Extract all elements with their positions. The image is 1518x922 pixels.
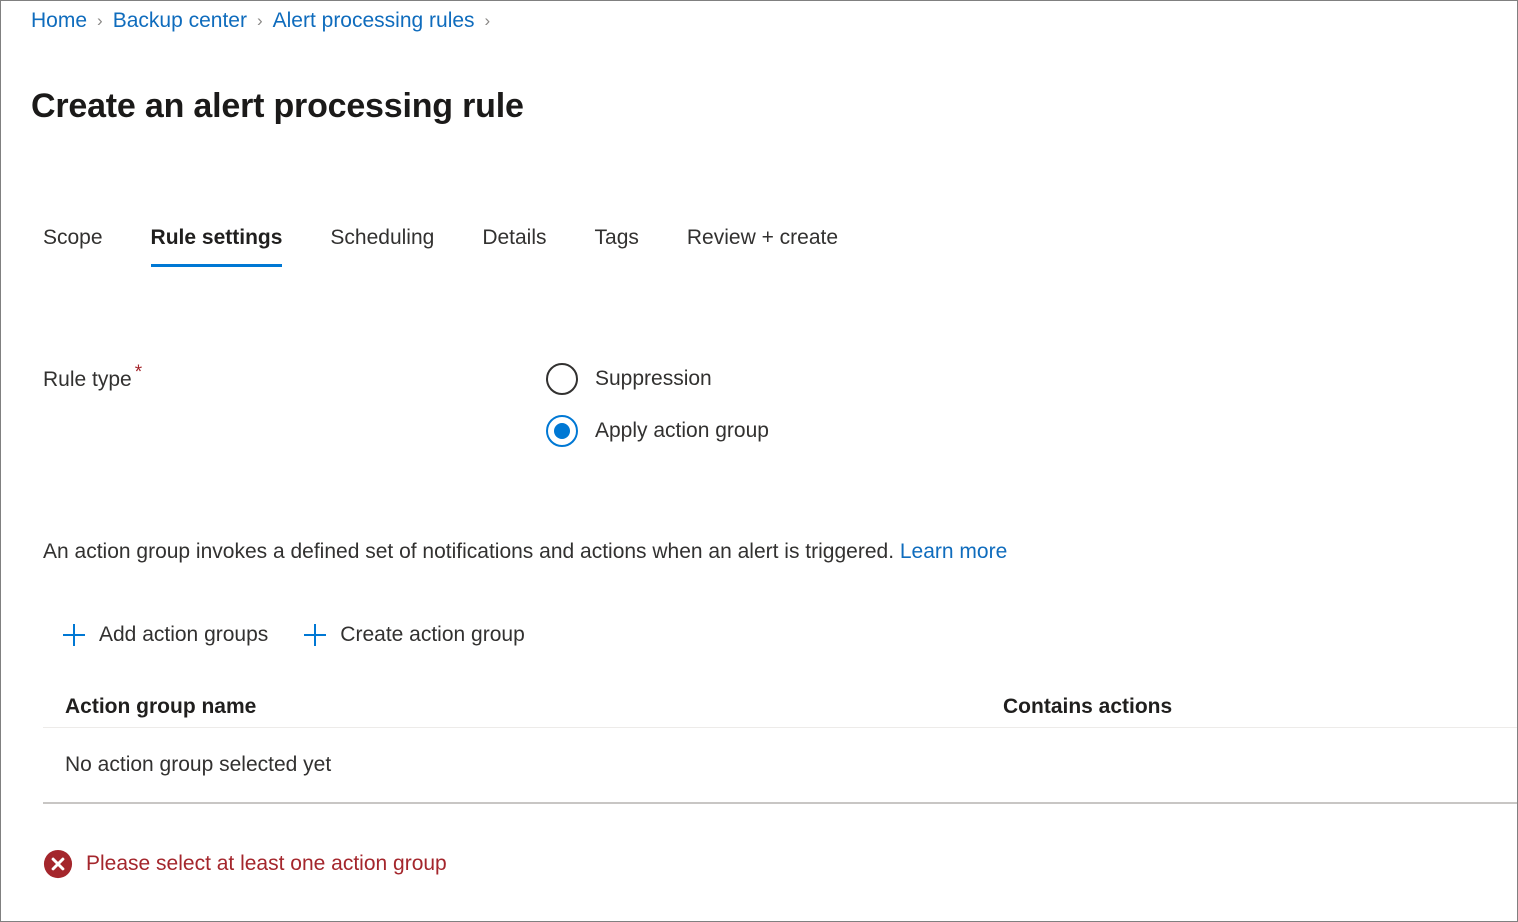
radio-option-suppression[interactable]: Suppression	[546, 353, 769, 405]
add-action-groups-button[interactable]: Add action groups	[63, 620, 268, 650]
add-action-groups-label: Add action groups	[99, 623, 269, 646]
breadcrumb: Home › Backup center › Alert processing …	[31, 5, 500, 37]
wizard-tabs: Scope Rule settings Scheduling Details T…	[43, 223, 838, 275]
tab-rule-settings[interactable]: Rule settings	[150, 223, 282, 267]
table-row-empty: No action group selected yet	[43, 728, 1517, 804]
breadcrumb-chevron-icon: ›	[484, 11, 491, 30]
column-header-contains-actions[interactable]: Contains actions	[1003, 692, 1517, 722]
breadcrumb-item-home[interactable]: Home	[31, 7, 87, 35]
action-group-command-bar: Add action groups Create action group	[63, 615, 525, 655]
learn-more-link[interactable]: Learn more	[900, 540, 1007, 563]
error-circle-x-icon	[43, 849, 73, 879]
column-header-action-group-name[interactable]: Action group name	[65, 692, 1003, 722]
create-action-group-button[interactable]: Create action group	[304, 620, 525, 650]
action-group-description-text: An action group invokes a defined set of…	[43, 540, 895, 563]
tab-tags[interactable]: Tags	[595, 223, 639, 267]
tab-review-create[interactable]: Review + create	[687, 223, 838, 267]
validation-error-message: Please select at least one action group	[86, 852, 447, 875]
plus-icon	[63, 624, 85, 646]
table-header-row: Action group name Contains actions	[43, 687, 1517, 728]
required-asterisk: *	[134, 362, 143, 383]
tab-scope[interactable]: Scope	[43, 223, 103, 267]
action-group-description: An action group invokes a defined set of…	[43, 537, 1007, 567]
create-action-group-label: Create action group	[340, 623, 525, 646]
radio-checked-icon	[546, 415, 578, 447]
breadcrumb-chevron-icon: ›	[97, 11, 103, 30]
radio-option-apply-action-group[interactable]: Apply action group	[546, 405, 769, 457]
rule-type-label: Rule type *	[43, 363, 142, 396]
action-groups-table: Action group name Contains actions No ac…	[43, 687, 1517, 804]
breadcrumb-item-alert-processing-rules[interactable]: Alert processing rules	[273, 7, 475, 35]
page-title: Create an alert processing rule	[31, 86, 524, 125]
rule-type-label-text: Rule type	[43, 368, 132, 391]
radio-unchecked-icon	[546, 363, 578, 395]
breadcrumb-chevron-icon: ›	[256, 11, 263, 30]
radio-option-suppression-label: Suppression	[595, 367, 712, 390]
plus-icon	[304, 624, 327, 646]
alert-processing-rule-page: Home › Backup center › Alert processing …	[0, 0, 1518, 922]
tab-scheduling[interactable]: Scheduling	[330, 223, 434, 267]
rule-type-radio-group: Suppression Apply action group	[546, 353, 769, 457]
validation-error: Please select at least one action group	[43, 849, 447, 879]
empty-state-message: No action group selected yet	[65, 753, 332, 776]
radio-option-apply-action-group-label: Apply action group	[595, 419, 769, 442]
breadcrumb-item-backup-center[interactable]: Backup center	[113, 7, 247, 35]
tab-details[interactable]: Details	[482, 223, 546, 267]
